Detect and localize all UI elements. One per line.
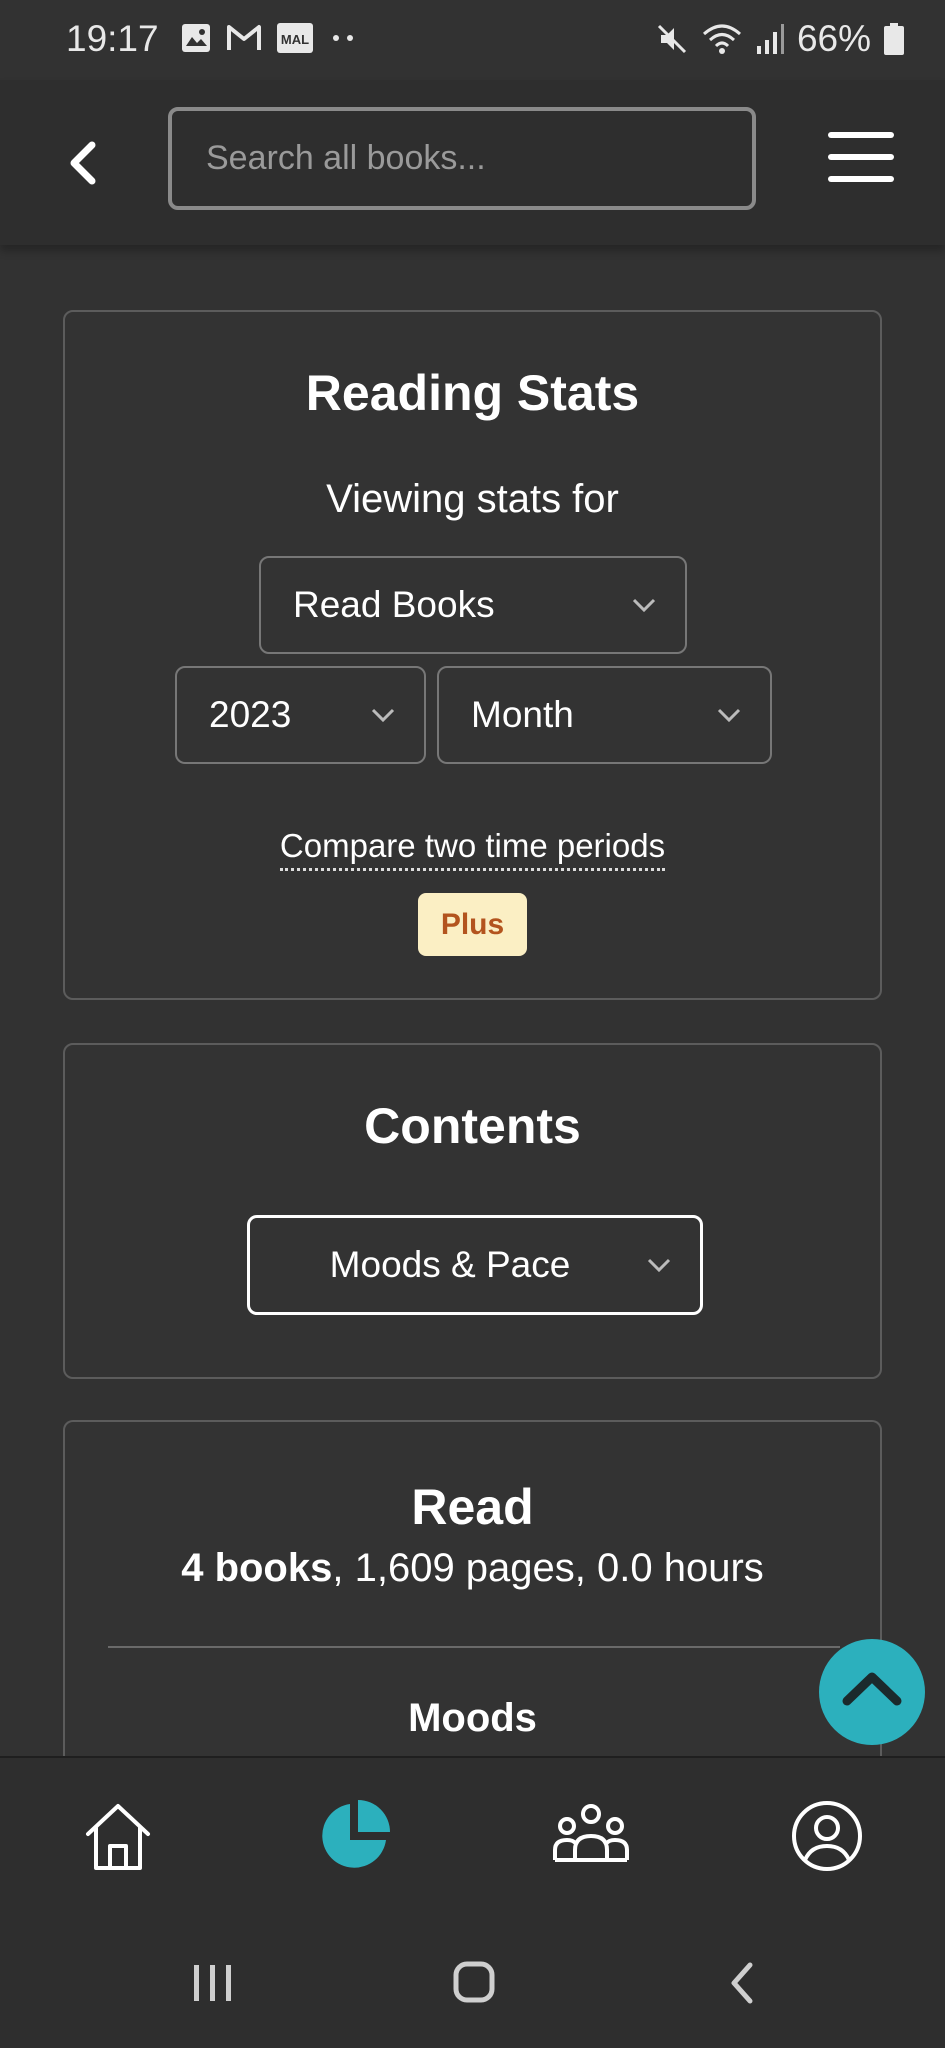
mute-icon <box>657 24 686 54</box>
books-filter-value: Read Books <box>293 584 495 625</box>
recent-apps-icon[interactable] <box>190 1961 236 2005</box>
app-header <box>0 80 945 245</box>
system-nav-bar <box>0 1911 945 2048</box>
chevron-down-icon <box>632 598 656 613</box>
contents-selected-value: Moods & Pace <box>329 1244 571 1285</box>
read-title: Read <box>411 1479 534 1535</box>
battery-level: 66% <box>796 18 871 59</box>
status-icons-left: MAL <box>180 22 358 54</box>
reading-stats-title: Reading Stats <box>305 365 640 421</box>
contents-select[interactable]: Moods & Pace <box>247 1215 703 1315</box>
back-button[interactable] <box>60 135 104 191</box>
read-summary-rest: , 1,609 pages, 0.0 hours <box>332 1546 764 1590</box>
app-root: 19:17 MAL 66% Search all books... Readin… <box>0 0 945 2048</box>
status-bar: 19:17 MAL 66% <box>0 0 945 80</box>
chevron-left-icon <box>70 141 96 185</box>
community-icon[interactable] <box>553 1798 629 1874</box>
battery-icon <box>884 23 904 55</box>
home-button-icon[interactable] <box>452 1960 496 2004</box>
moods-heading: Moods <box>408 1696 537 1740</box>
chevron-down-icon <box>647 1258 671 1273</box>
hamburger-icon <box>828 132 894 138</box>
compare-link-wrap: Compare two time periods <box>65 827 880 871</box>
image-icon <box>182 24 210 52</box>
menu-button[interactable] <box>828 132 894 188</box>
hamburger-line <box>828 154 894 160</box>
profile-icon[interactable] <box>789 1798 865 1874</box>
read-summary: 4 books, 1,609 pages, 0.0 hours <box>65 1546 880 1591</box>
more-dots-icon <box>333 35 353 41</box>
year-value: 2023 <box>209 694 292 735</box>
chevron-down-icon <box>717 708 741 723</box>
read-books-count: 4 books <box>181 1546 333 1590</box>
plus-badge[interactable]: Plus <box>418 893 527 956</box>
mal-icon: MAL <box>277 23 313 53</box>
viewing-stats-label: Viewing stats for <box>326 477 619 521</box>
status-icons-right: 66% <box>655 18 905 60</box>
stats-icon[interactable] <box>316 1798 392 1874</box>
search-input[interactable] <box>168 107 756 210</box>
books-filter-select[interactable]: Read Books <box>259 556 687 654</box>
home-icon[interactable] <box>80 1798 156 1874</box>
period-value: Month <box>471 694 574 735</box>
status-time: 19:17 <box>66 18 159 59</box>
chevron-up-icon <box>842 1672 902 1706</box>
contents-title: Contents <box>364 1098 581 1154</box>
gmail-icon <box>227 25 261 50</box>
year-select[interactable]: 2023 <box>175 666 426 764</box>
contents-card: Contents Moods & Pace <box>63 1043 882 1379</box>
svg-text:MAL: MAL <box>281 32 309 47</box>
divider <box>108 1646 840 1648</box>
scroll-to-top-button[interactable] <box>819 1639 925 1745</box>
signal-icon <box>756 24 784 54</box>
hamburger-line <box>828 176 894 182</box>
bottom-nav <box>0 1756 945 1911</box>
compare-periods-link[interactable]: Compare two time periods <box>279 827 666 871</box>
wifi-icon <box>702 24 741 54</box>
system-back-icon[interactable] <box>724 1961 760 2005</box>
chevron-down-icon <box>371 708 395 723</box>
period-select[interactable]: Month <box>437 666 772 764</box>
